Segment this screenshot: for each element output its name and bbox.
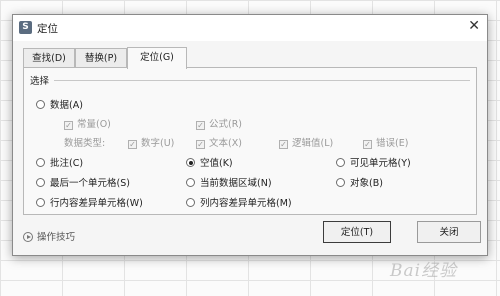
radio-icon — [186, 178, 195, 187]
option-current-region[interactable]: 当前数据区域(N) — [186, 175, 272, 189]
option-blanks[interactable]: 空值(K) — [186, 155, 233, 169]
radio-icon — [336, 158, 345, 167]
option-formulas: ✓ 公式(R) — [196, 119, 243, 130]
option-error: ✓ 错误(E) — [363, 138, 409, 149]
checkbox-icon: ✓ — [363, 140, 372, 149]
option-number: ✓ 数字(U) — [128, 138, 175, 149]
option-visible-cells[interactable]: 可见单元格(Y) — [336, 155, 411, 169]
radio-icon — [36, 178, 45, 187]
option-column-differences[interactable]: 列内容差异单元格(M) — [186, 195, 292, 209]
dialog-title: 定位 — [37, 23, 58, 35]
title-bar: S 定位 ✕ — [13, 15, 487, 41]
tips-link[interactable]: 操作技巧 — [23, 229, 75, 243]
group-divider — [54, 80, 470, 81]
watermark: Bai经验 — [390, 261, 458, 281]
checkbox-icon: ✓ — [279, 140, 288, 149]
locate-button[interactable]: 定位(T) — [323, 221, 391, 243]
app-icon: S — [19, 21, 32, 34]
checkbox-icon: ✓ — [196, 121, 205, 130]
close-icon[interactable]: ✕ — [468, 18, 480, 34]
option-logical: ✓ 逻辑值(L) — [279, 138, 334, 149]
option-row-differences[interactable]: 行内容差异单元格(W) — [36, 195, 143, 209]
locate-dialog: S 定位 ✕ 查找(D) 替换(P) 定位(G) 选择 数据(A) ✓ 常量(O)… — [12, 14, 488, 256]
option-objects[interactable]: 对象(B) — [336, 175, 383, 189]
option-comments[interactable]: 批注(C) — [36, 155, 83, 169]
radio-icon — [36, 158, 45, 167]
option-data[interactable]: 数据(A) — [36, 97, 83, 111]
option-text: ✓ 文本(X) — [196, 138, 242, 149]
option-last-cell[interactable]: 最后一个单元格(S) — [36, 175, 130, 189]
radio-icon — [36, 198, 45, 207]
checkbox-icon: ✓ — [128, 140, 137, 149]
data-type-label: 数据类型: — [64, 138, 106, 149]
close-button[interactable]: 关闭 — [417, 221, 481, 243]
checkbox-icon: ✓ — [196, 140, 205, 149]
group-label: 选择 — [30, 76, 50, 87]
play-icon — [23, 232, 33, 242]
radio-selected-icon — [186, 158, 195, 167]
radio-icon — [336, 178, 345, 187]
radio-icon — [36, 100, 45, 109]
tab-locate[interactable]: 定位(G) — [127, 47, 187, 69]
tab-replace[interactable]: 替换(P) — [75, 48, 127, 68]
option-constants: ✓ 常量(O) — [64, 119, 111, 130]
checkbox-icon: ✓ — [64, 121, 73, 130]
radio-icon — [186, 198, 195, 207]
tab-find[interactable]: 查找(D) — [23, 48, 75, 68]
locate-panel: 选择 数据(A) ✓ 常量(O) ✓ 公式(R) 数据类型: ✓ 数字(U) ✓ 文本(… — [23, 67, 477, 215]
